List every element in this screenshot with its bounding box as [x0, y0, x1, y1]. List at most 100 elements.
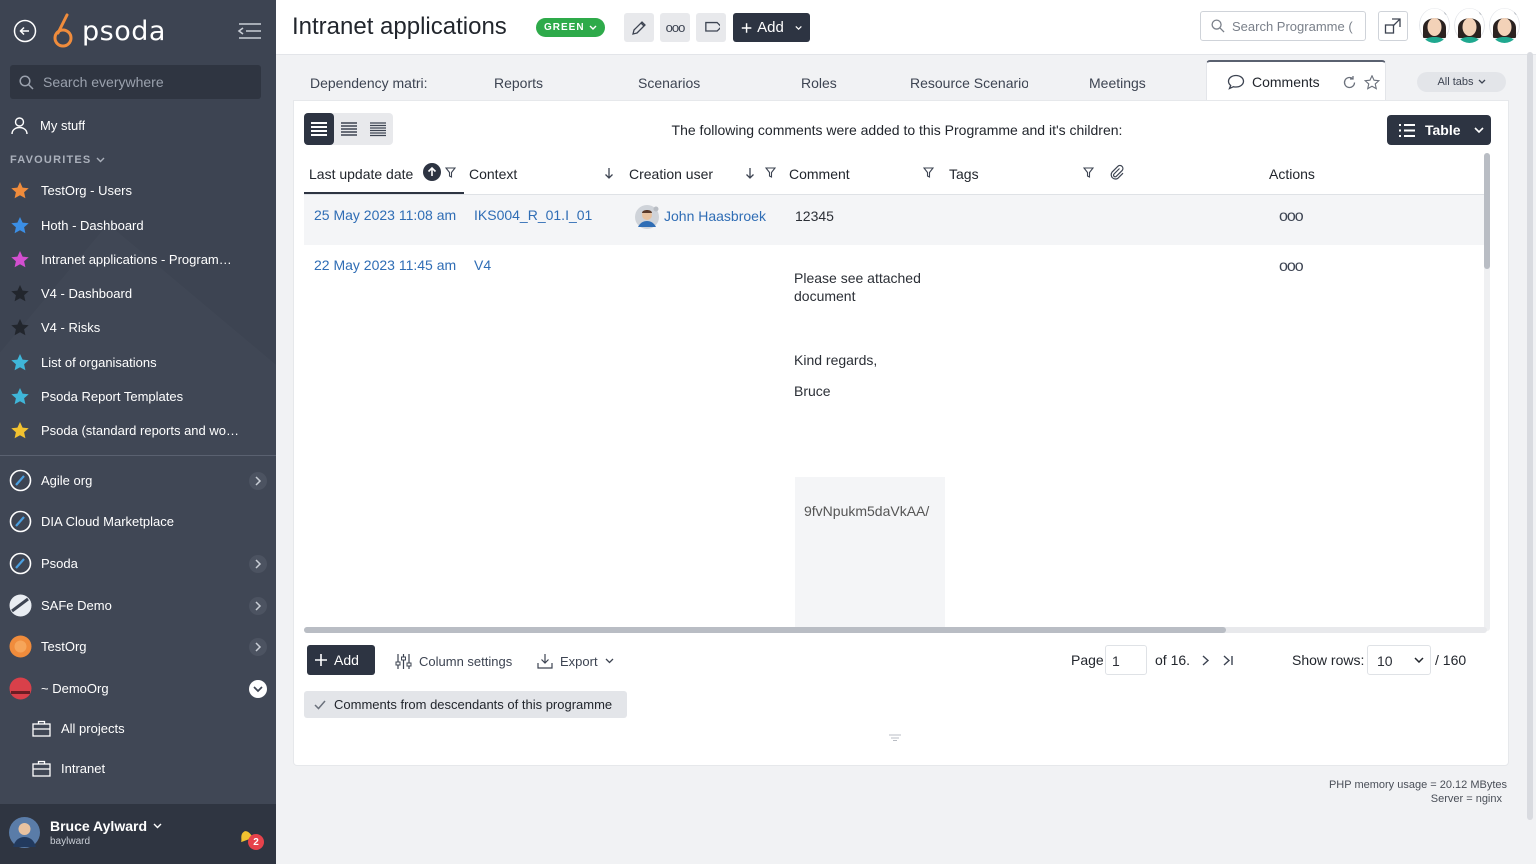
sidebar-item-all-projects[interactable]: All projects — [32, 720, 125, 737]
row-actions-menu-icon[interactable]: ooo — [1279, 208, 1304, 226]
column-header-tags[interactable]: Tags — [949, 166, 979, 182]
add-comment-button[interactable]: Add — [307, 645, 375, 675]
favourite-item[interactable]: TestOrg - Users — [10, 181, 260, 200]
avatar[interactable] — [1419, 8, 1450, 43]
column-header-comment[interactable]: Comment — [789, 166, 850, 182]
favourite-label: TestOrg - Users — [41, 183, 133, 198]
scrollbar-thumb[interactable] — [304, 627, 1226, 633]
sidebar-item-intranet[interactable]: Intranet — [32, 760, 105, 777]
logo-text: psoda — [82, 15, 166, 47]
export-dropdown[interactable]: Export — [537, 653, 614, 669]
sub-item-label: Intranet — [61, 761, 106, 776]
tab-scenarios[interactable]: Scenarios — [638, 75, 700, 91]
external-switch-icon — [1384, 18, 1401, 34]
density-normal-button[interactable] — [334, 113, 364, 145]
sort-down-icon[interactable] — [745, 167, 755, 179]
tab-dependency-matrix[interactable]: Dependency matri: — [310, 75, 428, 91]
tab-roles[interactable]: Roles — [801, 75, 837, 91]
favourite-item[interactable]: Hoth - Dashboard — [10, 216, 260, 235]
row-actions-menu-icon[interactable]: ooo — [1279, 258, 1304, 276]
favourite-item[interactable]: List of organisations — [10, 353, 260, 372]
page-number-input[interactable]: 1 — [1105, 645, 1147, 675]
row-date-link[interactable]: 22 May 2023 11:45 am — [314, 257, 456, 273]
tab-meetings[interactable]: Meetings — [1089, 75, 1146, 91]
scrollbar-thumb[interactable] — [1484, 153, 1490, 269]
view-mode-label: Table — [1425, 122, 1461, 138]
avatar[interactable] — [1454, 8, 1485, 43]
sort-ascending-icon[interactable] — [423, 163, 441, 181]
favourite-item[interactable]: Psoda (standard reports and work... — [10, 421, 260, 440]
favourite-item[interactable]: Intranet applications - Programme... — [10, 250, 260, 269]
table-vertical-scrollbar[interactable] — [1484, 153, 1490, 631]
filter-icon[interactable] — [445, 167, 456, 178]
column-header-context[interactable]: Context — [469, 166, 517, 182]
comments-panel: The following comments were added to thi… — [293, 100, 1509, 766]
chevron-right-icon[interactable] — [249, 596, 267, 615]
chevron-down-icon[interactable] — [249, 679, 267, 698]
favourite-item[interactable]: V4 - Risks — [10, 318, 260, 337]
tag-button[interactable] — [696, 13, 726, 42]
psoda-logo[interactable]: psoda — [52, 12, 166, 50]
last-page-icon[interactable] — [1223, 655, 1234, 666]
chevron-right-icon[interactable] — [249, 554, 267, 573]
edit-button[interactable] — [624, 13, 654, 42]
collapse-sidebar-icon[interactable] — [237, 20, 263, 42]
all-tabs-dropdown[interactable]: All tabs — [1417, 72, 1506, 92]
next-page-icon[interactable] — [1201, 655, 1210, 666]
more-button[interactable]: ooo — [660, 13, 690, 42]
tab-comments[interactable]: Comments — [1206, 60, 1386, 102]
org-item-psoda[interactable]: Psoda — [9, 552, 267, 575]
table-horizontal-scrollbar[interactable] — [304, 627, 1487, 633]
chevron-right-icon[interactable] — [249, 471, 267, 490]
filter-icon[interactable] — [765, 167, 776, 178]
rows-per-page-select[interactable]: 10 — [1367, 645, 1431, 675]
search-placeholder: Search Programme ( — [1232, 18, 1353, 34]
tab-bar: Dependency matri: Reports Scenarios Role… — [293, 58, 1509, 102]
avatar[interactable] — [1489, 8, 1520, 43]
sidebar-item-my-stuff[interactable]: My stuff — [10, 116, 260, 135]
status-badge[interactable]: GREEN — [536, 18, 605, 37]
filter-icon[interactable] — [1083, 167, 1094, 178]
favourite-item[interactable]: Psoda Report Templates — [10, 387, 260, 406]
org-item-demoorg[interactable]: ~ DemoOrg — [9, 677, 267, 700]
org-item-safe-demo[interactable]: SAFe Demo — [9, 594, 267, 617]
chevron-right-icon[interactable] — [249, 637, 267, 656]
density-compact-button[interactable] — [363, 113, 393, 145]
add-button[interactable]: Add — [733, 13, 810, 42]
row-context-link[interactable]: V4 — [474, 257, 491, 273]
programme-search-input[interactable]: Search Programme ( — [1200, 11, 1366, 41]
page-label: Page — [1071, 652, 1104, 668]
star-icon — [11, 182, 29, 199]
star-icon — [11, 354, 29, 371]
page-scrollbar[interactable] — [1527, 52, 1533, 820]
user-name[interactable]: Bruce Aylward — [50, 818, 162, 834]
row-date-link[interactable]: 25 May 2023 11:08 am — [314, 207, 456, 223]
switch-view-button[interactable] — [1378, 11, 1408, 41]
favourite-item[interactable]: V4 - Dashboard — [10, 284, 260, 303]
column-header-creation-user[interactable]: Creation user — [629, 166, 713, 182]
row-user-link[interactable]: John Haasbroek — [664, 208, 766, 224]
org-item-dia-cloud[interactable]: DIA Cloud Marketplace — [9, 510, 267, 533]
org-label: TestOrg — [41, 639, 87, 654]
row-context-link[interactable]: IKS004_R_01.I_01 — [474, 207, 592, 223]
user-panel[interactable]: Bruce Aylward baylward 2 — [0, 804, 276, 864]
back-icon[interactable] — [13, 19, 37, 43]
filter-icon[interactable] — [923, 167, 934, 178]
attachment-icon[interactable] — [1109, 164, 1125, 180]
resize-handle-icon[interactable] — [888, 733, 902, 741]
star-outline-icon[interactable] — [1363, 74, 1380, 90]
total-rows: / 160 — [1435, 652, 1467, 668]
tab-resource-scenarios[interactable]: Resource Scenario: — [910, 75, 1028, 91]
global-search-input[interactable]: Search everywhere — [10, 65, 261, 99]
density-comfortable-button[interactable] — [304, 113, 334, 145]
tab-reports[interactable]: Reports — [494, 75, 543, 91]
column-settings-button[interactable]: Column settings — [395, 653, 512, 670]
column-header-last-update[interactable]: Last update date — [309, 166, 413, 182]
favourites-header[interactable]: FAVOURITES — [10, 154, 105, 166]
org-item-agile-org[interactable]: Agile org — [9, 469, 267, 492]
view-mode-dropdown[interactable]: Table — [1387, 115, 1491, 145]
refresh-icon[interactable] — [1342, 75, 1357, 90]
descendants-filter-toggle[interactable]: Comments from descendants of this progra… — [304, 691, 627, 718]
org-item-testorg[interactable]: TestOrg — [9, 635, 267, 658]
sort-down-icon[interactable] — [604, 167, 614, 179]
